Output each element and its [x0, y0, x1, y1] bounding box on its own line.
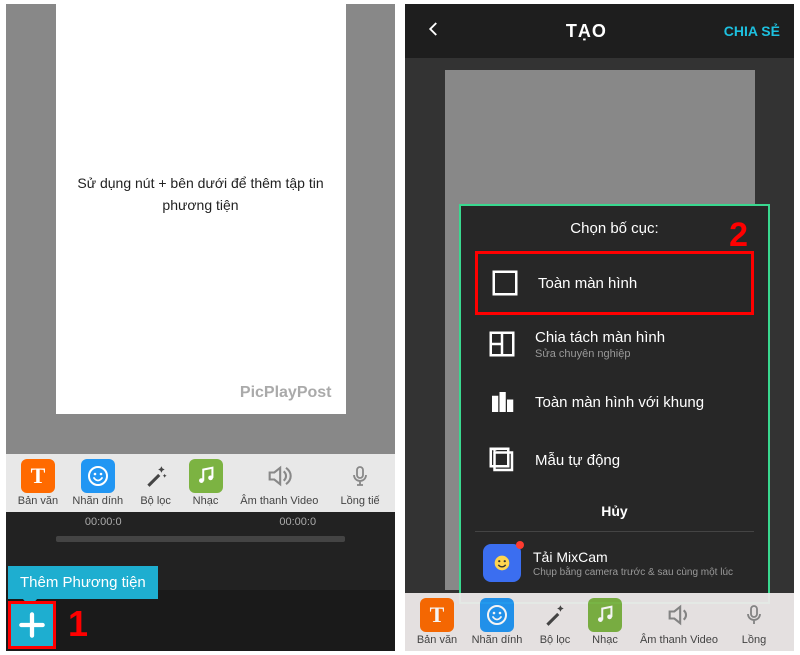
auto-template-icon — [485, 443, 519, 477]
frame-icon — [485, 385, 519, 419]
magic-wand-icon — [139, 459, 173, 493]
time-track[interactable] — [56, 536, 345, 542]
editor-panel-right: TẠO CHIA SẺ Chọn bố cục: 2 Toàn màn hình… — [405, 4, 794, 651]
layout-option-frame[interactable]: Toàn màn hình với khung — [475, 373, 754, 431]
add-media-button[interactable] — [8, 601, 56, 649]
tool-voice-r[interactable]: Lồng — [729, 594, 779, 650]
add-media-tooltip: Thêm Phương tiện — [8, 566, 158, 599]
mixcam-app-icon — [483, 544, 521, 582]
tool-filter-r[interactable]: Bộ lọc — [529, 594, 581, 650]
time-start: 00:00:0 — [85, 516, 122, 528]
mic-icon — [737, 598, 771, 632]
share-button[interactable]: CHIA SẺ — [724, 23, 780, 39]
notification-dot-icon — [516, 541, 524, 549]
tool-sticker-r[interactable]: Nhãn dính — [465, 594, 529, 650]
tool-music[interactable]: Nhạc — [182, 455, 230, 511]
fullscreen-icon — [488, 266, 522, 300]
back-button[interactable] — [419, 14, 449, 49]
cancel-button[interactable]: Hủy — [475, 489, 754, 529]
sticker-icon — [81, 459, 115, 493]
split-icon — [485, 327, 519, 361]
watermark: PicPlayPost — [240, 384, 332, 402]
annotation-marker-2: 2 — [729, 216, 748, 255]
modal-title: Chọn bố cục: — [570, 220, 658, 237]
magic-wand-icon — [538, 598, 572, 632]
layout-option-auto[interactable]: Mẫu tự động — [475, 431, 754, 489]
mic-icon — [343, 459, 377, 493]
sticker-icon — [480, 598, 514, 632]
layout-modal: Chọn bố cục: 2 Toàn màn hình Chia tách m… — [459, 204, 770, 604]
media-placeholder[interactable]: Sử dụng nút + bên dưới để thêm tập tin p… — [56, 4, 346, 414]
time-end: 00:00:0 — [279, 516, 316, 528]
speaker-icon — [662, 598, 696, 632]
canvas-area: Sử dụng nút + bên dưới để thêm tập tin p… — [6, 4, 395, 454]
music-icon — [189, 459, 223, 493]
speaker-icon — [262, 459, 296, 493]
text-icon: T — [420, 598, 454, 632]
text-icon: T — [21, 459, 55, 493]
layout-option-fullscreen[interactable]: Toàn màn hình — [475, 251, 754, 315]
tool-text-r[interactable]: T Bản văn — [409, 594, 465, 650]
hint-text: Sử dụng nút + bên dưới để thêm tập tin p… — [76, 172, 326, 217]
tool-sticker[interactable]: Nhãn dính — [66, 455, 130, 511]
tool-filter[interactable]: Bộ lọc — [130, 455, 182, 511]
music-icon — [588, 598, 622, 632]
annotation-marker-1: 1 — [68, 603, 88, 645]
editor-panel-left: Sử dụng nút + bên dưới để thêm tập tin p… — [6, 4, 395, 651]
tool-audio-r[interactable]: Âm thanh Video — [629, 594, 729, 650]
tool-text[interactable]: T Bản văn — [10, 455, 66, 511]
divider — [475, 531, 754, 532]
tool-voice[interactable]: Lồng tiế — [329, 455, 391, 511]
header: TẠO CHIA SẺ — [405, 4, 794, 58]
toolbar: T Bản văn Nhãn dính Bộ lọc Nhạc Âm tha — [6, 454, 395, 512]
toolbar-right: T Bản văn Nhãn dính Bộ lọc Nhạc Âm tha — [405, 593, 794, 651]
header-title: TẠO — [566, 21, 607, 42]
tool-music-r[interactable]: Nhạc — [581, 594, 629, 650]
mixcam-promo[interactable]: Tải MixCam Chụp bằng camera trước & sau … — [475, 534, 754, 592]
tool-audio[interactable]: Âm thanh Video — [229, 455, 329, 511]
layout-option-split[interactable]: Chia tách màn hình Sửa chuyên nghiệp — [475, 315, 754, 373]
